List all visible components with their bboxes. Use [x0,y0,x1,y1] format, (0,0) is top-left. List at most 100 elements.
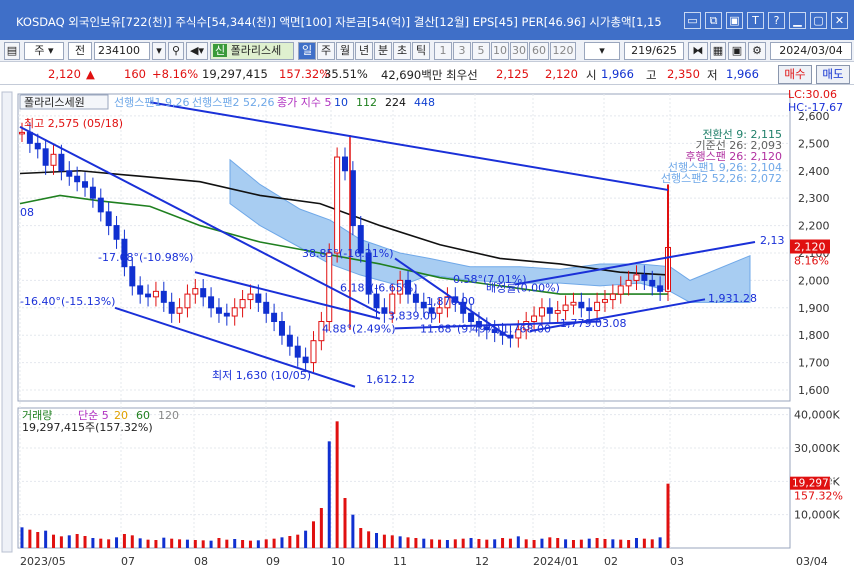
volume-bar [634,538,638,548]
volume-bar [91,538,95,548]
market-select[interactable]: 주 ▾ [24,42,64,60]
help-icon[interactable]: ? [768,12,785,29]
volume-current: 19,297,415주(157.32%) [22,421,153,434]
candle-body [34,142,41,150]
save-icon[interactable]: ▣ [726,12,743,29]
y-tick-label: 1,900 [798,302,830,315]
settings-icon[interactable]: ⚙ [748,42,766,60]
chart-canvas[interactable]: 2,6002,5002,4002,3002,2002,1002,0001,900… [0,86,854,573]
trend-angle-6: 11.68°(9.49%) [420,322,501,335]
low-annotation: 최저 1,630 (10/05) [212,369,311,382]
volume-bar [241,540,245,548]
volume-bar [107,539,111,548]
volume-bar [461,538,465,548]
turnover-rate: 35.51% [324,67,368,81]
stock-code-input[interactable]: 234100 [94,42,150,60]
grid-icon[interactable]: ▦ [710,42,726,60]
volume-bar [367,531,371,548]
tab-day[interactable]: 일 [298,42,316,60]
volume-bar [556,538,560,548]
dropdown-icon[interactable]: ▾ [152,42,166,60]
candle-body [381,307,388,314]
candle-body [294,345,301,358]
count-select[interactable]: ▾ [584,42,620,60]
sound-icon[interactable]: ◀▾ [186,42,208,60]
volume-bar [130,535,134,548]
link-chart-icon[interactable]: ⧓ [688,42,708,60]
num-10[interactable]: 10 [491,42,509,60]
left-edge-label: 08 [20,206,34,219]
trade-amount: 42,690백만 [381,68,443,82]
num-60[interactable]: 60 [529,42,549,60]
volume-bar [178,539,182,548]
num-3[interactable]: 3 [453,42,471,60]
candle-body [145,293,152,298]
candle-body [89,186,96,199]
current-price-tag-label: 2,120 [794,241,826,254]
candle-body [105,211,112,227]
tab-week[interactable]: 주 [317,42,335,60]
price-label-1768: 1,768.00 [502,322,551,335]
candle-body [349,170,356,227]
candle-body [160,290,167,303]
num-1[interactable]: 1 [434,42,452,60]
num-120[interactable]: 120 [550,42,576,60]
stock-chart[interactable]: 2,6002,5002,4002,3002,2002,1002,0001,900… [0,86,854,573]
tab-second[interactable]: 초 [393,42,411,60]
tab-minute[interactable]: 분 [374,42,392,60]
y-tick-label: 2,500 [798,137,830,150]
volume-bar [75,534,79,548]
candle-body [278,321,285,336]
volume-bar [122,534,126,548]
volume-bar [493,539,497,548]
link-icon[interactable]: ▭ [684,12,701,29]
candle-body [223,312,230,317]
copy-icon[interactable]: ⧉ [705,12,722,29]
date-input[interactable]: 2024/03/04 [770,42,852,60]
minimize-button[interactable]: ▁ [789,12,806,29]
high-annotation: 최고 2,575 (05/18) [24,117,123,130]
text-icon[interactable]: T [747,12,764,29]
volume-bar [170,538,174,548]
credit-icon: 신 [213,44,228,57]
stock-name[interactable]: 신 폴라리스세 [210,42,294,60]
tab-month[interactable]: 월 [336,42,354,60]
y-tick-label: 2,200 [798,220,830,233]
volume-bar [256,540,260,548]
tab-year[interactable]: 년 [355,42,373,60]
num-30[interactable]: 30 [510,42,528,60]
volume-bar [666,483,670,548]
y-tick-label: 1,600 [798,384,830,397]
candle-body [609,293,616,301]
volume-bar [185,539,189,548]
x-tick-label: 08 [194,555,208,568]
sell-button[interactable]: 매도 [816,65,850,84]
volume-bar [524,539,528,548]
maximize-button[interactable]: ▢ [810,12,827,29]
y-tick-label: 2,300 [798,192,830,205]
period-select[interactable]: 전 [68,42,92,60]
search-icon[interactable]: ⚲ [168,42,184,60]
buy-button[interactable]: 매수 [778,65,812,84]
high-label: 고 [646,68,657,82]
candle-body [208,296,215,309]
candle-body [286,334,293,347]
legend-item: 선행스팬2 52,26 [192,96,274,109]
volume-bar [642,538,646,548]
volume-bar [115,537,119,548]
trendline-label-b: 배정률(0.00%) [486,281,560,294]
legend-item: 224 [385,96,406,109]
close-button[interactable]: ✕ [831,12,848,29]
tab-tick[interactable]: 틱 [412,42,430,60]
num-5[interactable]: 5 [472,42,490,60]
change-percent: +8.16% [152,67,199,81]
save-chart-icon[interactable]: ▣ [728,42,746,60]
ask-price: 2,125 [496,67,529,81]
open-label: 시 [586,68,597,82]
x-tick-label: 10 [331,555,345,568]
volume-bar [304,530,308,548]
low-end-label: 1,612.12 [366,373,415,386]
volume-bar [469,538,473,548]
candle-body [152,290,159,298]
list-icon[interactable]: ▤ [4,42,20,60]
